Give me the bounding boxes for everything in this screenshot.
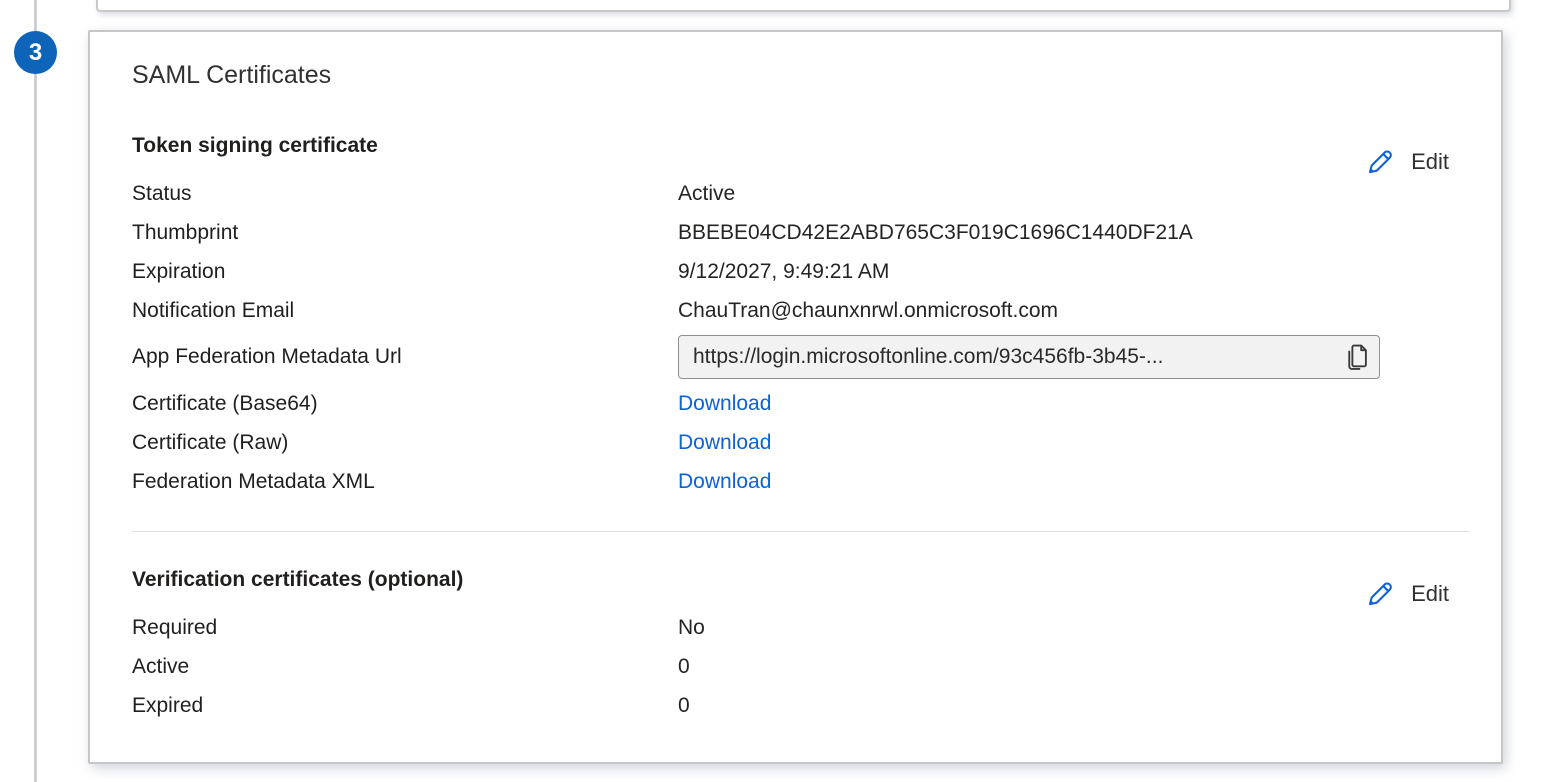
certificate-base64-label: Certificate (Base64) (132, 392, 678, 416)
app-federation-metadata-url-row: App Federation Metadata Url https://logi… (132, 330, 1469, 384)
step-connector-line (34, 0, 37, 782)
certificate-raw-label: Certificate (Raw) (132, 431, 678, 455)
thumbprint-label: Thumbprint (132, 221, 678, 245)
federation-metadata-xml-download-link[interactable]: Download (678, 470, 771, 493)
edit-pencil-icon (1362, 146, 1394, 178)
token-signing-rows: Status Active Thumbprint BBEBE04CD42E2AB… (132, 174, 1469, 501)
required-label: Required (132, 616, 678, 640)
copy-url-button[interactable] (1342, 342, 1369, 373)
status-row: Status Active (132, 174, 1469, 213)
federation-metadata-xml-row: Federation Metadata XML Download (132, 462, 1469, 501)
edit-button-label: Edit (1411, 581, 1449, 607)
verification-rows: Required No Active 0 Expired 0 (132, 608, 1469, 725)
notification-email-value: ChauTran@chaunxnrwl.onmicrosoft.com (678, 299, 1469, 323)
edit-pencil-icon (1362, 578, 1394, 610)
verification-certificates-heading: Verification certificates (optional) (132, 566, 1469, 594)
card-title: SAML Certificates (132, 60, 1469, 90)
step-3-badge: 3 (14, 31, 57, 74)
token-signing-heading: Token signing certificate (132, 132, 1469, 160)
notification-email-label: Notification Email (132, 299, 678, 323)
app-federation-metadata-url-field[interactable]: https://login.microsoftonline.com/93c456… (678, 335, 1380, 379)
token-signing-edit-button[interactable]: Edit (1362, 146, 1449, 178)
certificate-raw-download-link[interactable]: Download (678, 431, 771, 454)
certificate-base64-row: Certificate (Base64) Download (132, 384, 1469, 423)
certificate-raw-row: Certificate (Raw) Download (132, 423, 1469, 462)
app-federation-metadata-url-value: https://login.microsoftonline.com/93c456… (693, 345, 1334, 369)
notification-email-row: Notification Email ChauTran@chaunxnrwl.o… (132, 291, 1469, 330)
active-value: 0 (678, 655, 1469, 679)
app-federation-metadata-url-label: App Federation Metadata Url (132, 345, 678, 369)
previous-card-bottom-edge (96, 0, 1511, 12)
federation-metadata-xml-label: Federation Metadata XML (132, 470, 678, 494)
section-divider (132, 531, 1469, 532)
active-label: Active (132, 655, 678, 679)
required-value: No (678, 616, 1469, 640)
status-value: Active (678, 182, 1469, 206)
expired-label: Expired (132, 694, 678, 718)
expiration-value: 9/12/2027, 9:49:21 AM (678, 260, 1469, 284)
certificate-base64-download-link[interactable]: Download (678, 392, 771, 415)
expiration-row: Expiration 9/12/2027, 9:49:21 AM (132, 252, 1469, 291)
expiration-label: Expiration (132, 260, 678, 284)
status-label: Status (132, 182, 678, 206)
thumbprint-value: BBEBE04CD42E2ABD765C3F019C1696C1440DF21A (678, 221, 1469, 245)
active-row: Active 0 (132, 647, 1469, 686)
edit-button-label: Edit (1411, 149, 1449, 175)
copy-icon (1344, 344, 1367, 371)
expired-row: Expired 0 (132, 686, 1469, 725)
expired-value: 0 (678, 694, 1469, 718)
verification-certificates-edit-button[interactable]: Edit (1362, 578, 1449, 610)
required-row: Required No (132, 608, 1469, 647)
saml-certificates-card: SAML Certificates Edit Token signing cer… (88, 30, 1503, 764)
thumbprint-row: Thumbprint BBEBE04CD42E2ABD765C3F019C169… (132, 213, 1469, 252)
